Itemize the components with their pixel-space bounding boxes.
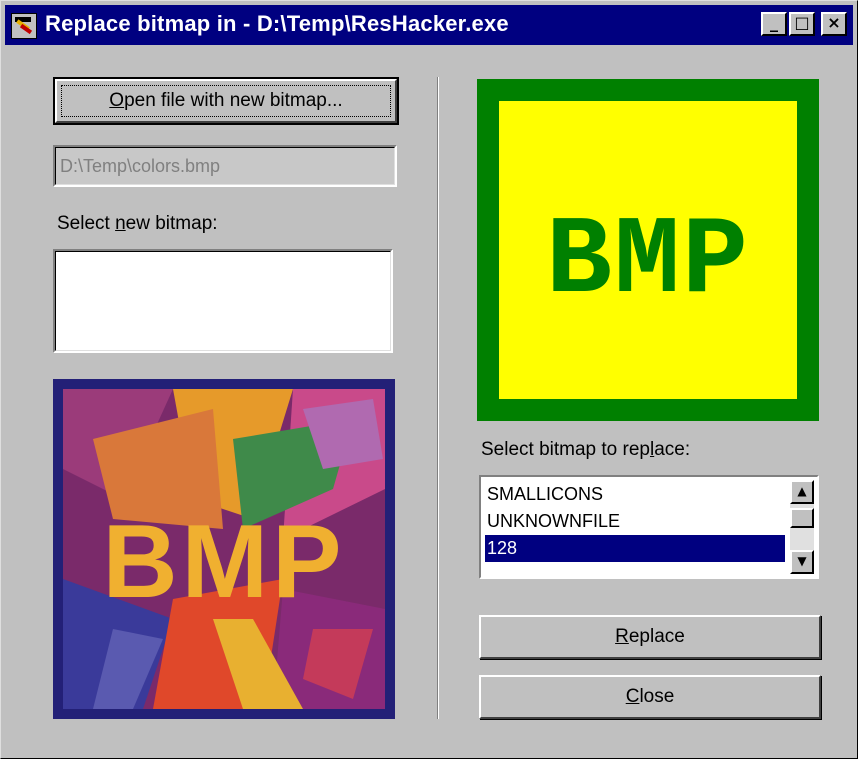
new-bitmap-text: BMP bbox=[102, 504, 345, 620]
app-icon[interactable] bbox=[11, 13, 37, 39]
current-bitmap-text: BMP bbox=[546, 200, 750, 325]
list-scrollbar[interactable]: ▲ ▼ bbox=[790, 480, 814, 574]
replace-button-label: Replace bbox=[615, 626, 685, 647]
list-item-smallicons[interactable]: SMALLICONS bbox=[485, 481, 785, 508]
bitmap-listbox[interactable]: SMALLICONS UNKNOWNFILE 128 ▲ ▼ bbox=[479, 475, 819, 579]
arrow-up-icon: ▲ bbox=[797, 484, 807, 498]
file-path-field[interactable]: D:\Temp\colors.bmp bbox=[53, 145, 397, 187]
column-divider bbox=[437, 77, 439, 719]
minimize-icon: _ bbox=[770, 13, 778, 32]
maximize-button[interactable]: □ bbox=[789, 12, 815, 36]
new-bitmap-preview: BMP bbox=[53, 379, 395, 719]
replace-button[interactable]: Replace bbox=[479, 615, 821, 659]
current-bitmap-preview: BMP bbox=[477, 79, 819, 421]
file-path-text: D:\Temp\colors.bmp bbox=[60, 156, 221, 176]
close-icon: × bbox=[827, 13, 841, 32]
arrow-down-icon: ▼ bbox=[797, 554, 807, 568]
select-replace-label: Select bitmap to replace: bbox=[481, 439, 691, 460]
minimize-button[interactable]: _ bbox=[761, 12, 787, 36]
window-title: Replace bitmap in - D:\Temp\ResHacker.ex… bbox=[45, 11, 509, 36]
scroll-up-button[interactable]: ▲ bbox=[790, 480, 814, 504]
replace-bitmap-dialog: Replace bitmap in - D:\Temp\ResHacker.ex… bbox=[0, 0, 858, 759]
open-file-button[interactable]: Open file with new bitmap... bbox=[53, 77, 399, 125]
title-bar[interactable]: Replace bitmap in - D:\Temp\ResHacker.ex… bbox=[5, 5, 853, 45]
maximize-icon: □ bbox=[794, 13, 810, 32]
close-button[interactable]: Close bbox=[479, 675, 821, 719]
scroll-thumb[interactable] bbox=[790, 508, 814, 528]
list-item-unknownfile[interactable]: UNKNOWNFILE bbox=[485, 508, 785, 535]
open-file-button-label: Open file with new bitmap... bbox=[109, 90, 343, 111]
close-window-button[interactable]: × bbox=[821, 12, 847, 36]
close-button-label: Close bbox=[625, 686, 675, 707]
new-bitmap-list[interactable] bbox=[53, 249, 393, 353]
scroll-down-button[interactable]: ▼ bbox=[790, 550, 814, 574]
list-item-128[interactable]: 128 bbox=[485, 535, 785, 562]
select-new-bitmap-label: Select new bitmap: bbox=[57, 213, 218, 234]
